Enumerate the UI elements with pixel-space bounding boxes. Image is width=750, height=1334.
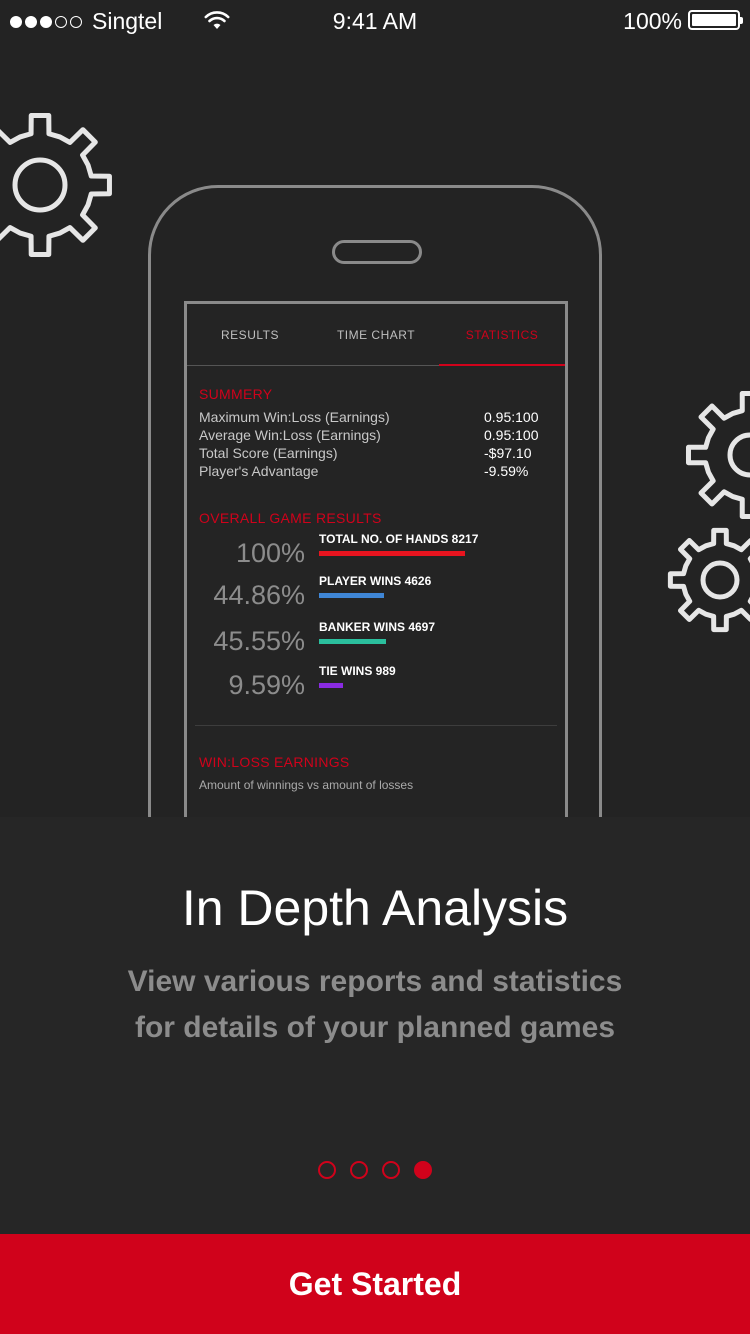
phone-screen: RESULTS TIME CHART STATISTICS SUMMERY Ma…: [184, 301, 568, 817]
winloss-subtitle: Amount of winnings vs amount of losses: [199, 778, 414, 792]
phone-speaker: [332, 240, 422, 264]
page-indicator: [0, 1161, 750, 1179]
page-description: View various reports and statistics for …: [127, 965, 623, 1044]
status-bar: Singtel 9:41 AM 100%: [0, 0, 750, 40]
result-percent: 45.55%: [213, 626, 305, 656]
overall-results-title: OVERALL GAME RESULTS: [199, 510, 382, 526]
result-row: 44.86% PLAYER WINS 4626: [199, 574, 554, 618]
result-label: TIE WINS 989: [319, 664, 396, 678]
get-started-button[interactable]: Get Started: [0, 1234, 750, 1334]
result-percent: 44.86%: [213, 580, 305, 610]
battery-percent: 100%: [623, 8, 682, 34]
result-row: 100% TOTAL NO. OF HANDS 8217: [199, 532, 554, 576]
result-bar: [319, 683, 343, 688]
mock-tab-bar: RESULTS TIME CHART STATISTICS: [187, 304, 565, 366]
summary-row: Total Score (Earnings) -$97.10: [199, 444, 554, 462]
onboarding-panel: In Depth Analysis View various reports a…: [0, 817, 750, 1234]
result-row: 9.59% TIE WINS 989: [199, 664, 554, 708]
summary-row: Player's Advantage -9.59%: [199, 462, 554, 480]
result-bar: [319, 551, 465, 556]
gear-icon: [685, 390, 750, 520]
overall-results-section: OVERALL GAME RESULTS 100% TOTAL NO. OF H…: [199, 510, 554, 700]
page-dot[interactable]: [382, 1161, 400, 1179]
result-label: BANKER WINS 4697: [319, 620, 436, 634]
result-row: 45.55% BANKER WINS 4697: [199, 620, 554, 664]
summary-row: Maximum Win:Loss (Earnings) 0.95:100: [199, 408, 554, 426]
summary-title: SUMMERY: [199, 386, 273, 402]
summary-label: Maximum Win:Loss (Earnings): [199, 409, 390, 425]
divider: [195, 725, 557, 726]
result-bar: [319, 639, 386, 644]
summary-value: -$97.10: [484, 445, 532, 461]
tab-statistics: STATISTICS: [439, 304, 565, 366]
result-label: PLAYER WINS 4626: [319, 574, 432, 588]
summary-row: Average Win:Loss (Earnings) 0.95:100: [199, 426, 554, 444]
tab-time-chart: TIME CHART: [336, 328, 416, 342]
result-percent: 100%: [235, 538, 305, 568]
hero-illustration: RESULTS TIME CHART STATISTICS SUMMERY Ma…: [0, 40, 750, 817]
summary-label: Average Win:Loss (Earnings): [199, 427, 381, 443]
result-bar: [319, 593, 384, 598]
result-label: TOTAL NO. OF HANDS 8217: [319, 532, 479, 546]
phone-mockup: RESULTS TIME CHART STATISTICS SUMMERY Ma…: [148, 185, 602, 817]
page-dot-active[interactable]: [414, 1161, 432, 1179]
tab-results: RESULTS: [221, 328, 279, 342]
summary-value: 0.95:100: [484, 427, 539, 443]
summary-label: Total Score (Earnings): [199, 445, 338, 461]
winloss-title: WIN:LOSS EARNINGS: [199, 754, 350, 770]
battery-icon: [688, 10, 743, 30]
gear-icon: [667, 527, 750, 633]
summary-section: SUMMERY Maximum Win:Loss (Earnings) 0.95…: [199, 386, 554, 480]
page-title: In Depth Analysis: [181, 880, 569, 936]
summary-value: -9.59%: [484, 463, 529, 479]
summary-value: 0.95:100: [484, 409, 539, 425]
page-dot[interactable]: [350, 1161, 368, 1179]
page-dot[interactable]: [318, 1161, 336, 1179]
result-percent: 9.59%: [228, 670, 305, 700]
summary-label: Player's Advantage: [199, 463, 319, 479]
gear-icon: [0, 113, 112, 257]
winloss-section: WIN:LOSS EARNINGS Amount of winnings vs …: [199, 754, 413, 792]
